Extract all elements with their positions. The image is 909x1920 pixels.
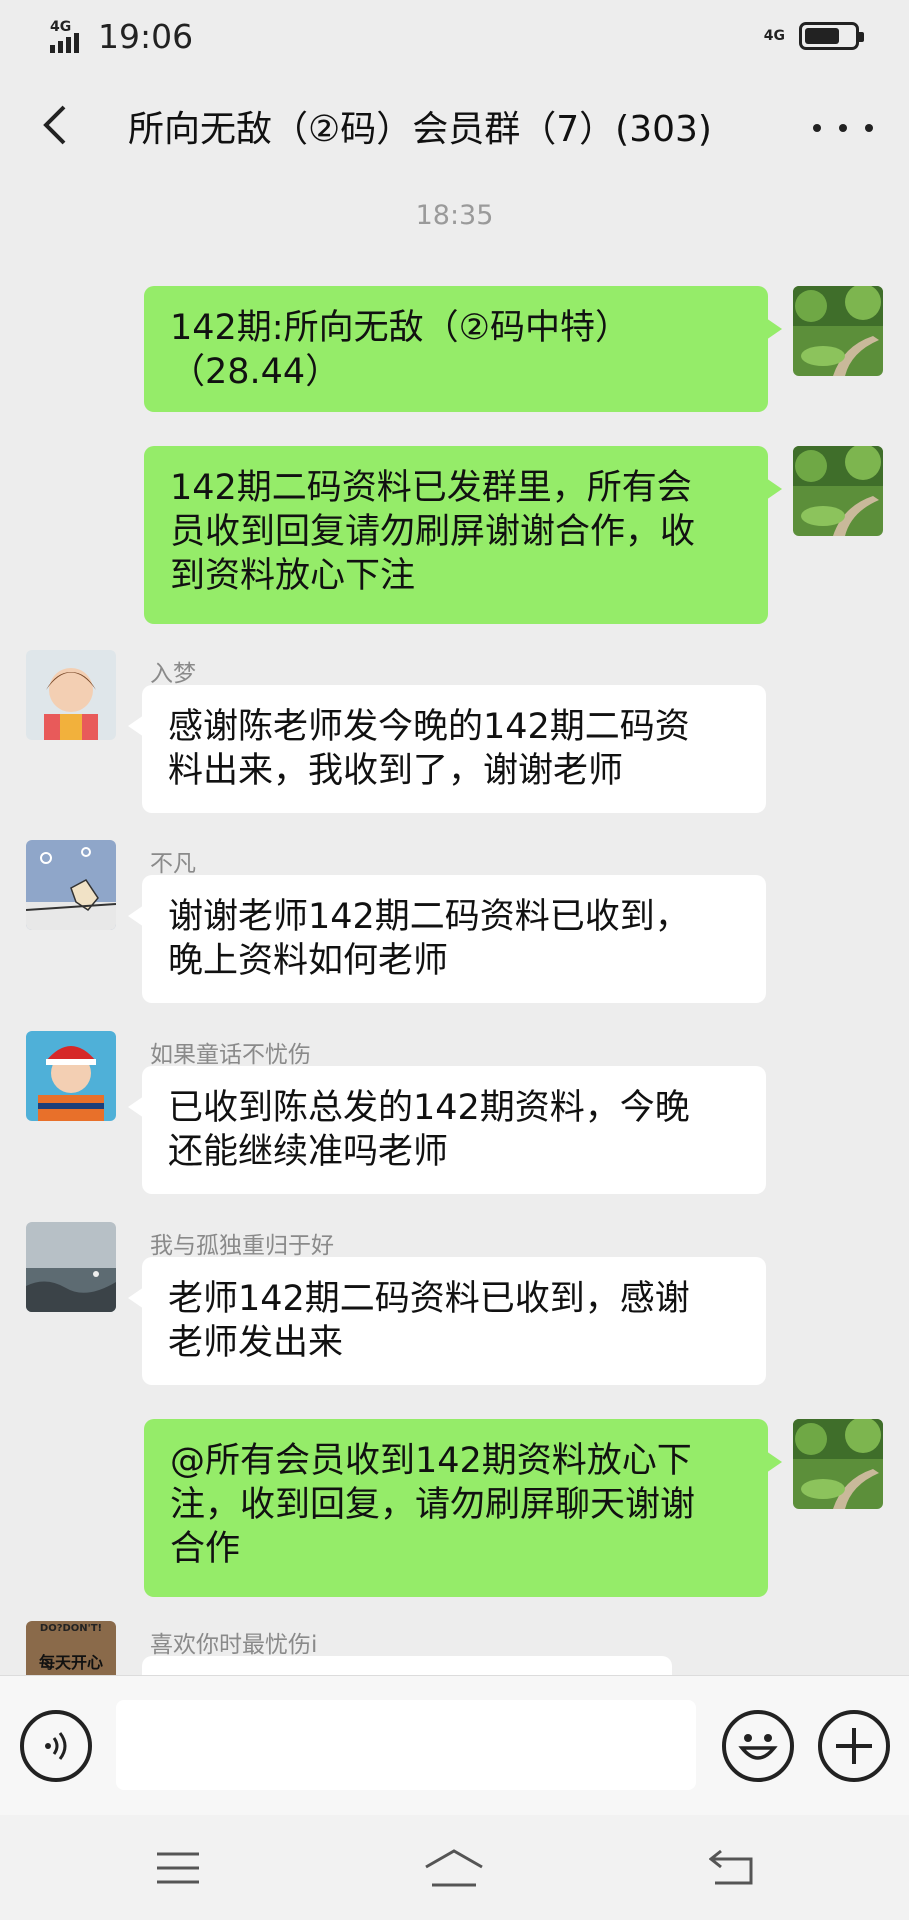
more-dots-icon: [813, 124, 821, 132]
avatar-caption: DO?DON'T!: [39, 1623, 103, 1634]
chat-area[interactable]: 18:35 142期:所向无敌（②码中特） （28.44） 142期二码资料已发…: [0, 190, 909, 1675]
chat-bubble-outgoing[interactable]: 142期:所向无敌（②码中特） （28.44）: [144, 286, 782, 412]
bubble-line: 还能继续准吗老师: [168, 1132, 449, 1172]
emoji-button[interactable]: [722, 1710, 794, 1782]
chat-header: 所向无敌（②码）会员群（7）(303): [0, 88, 909, 164]
avatar-caption: 每天开心: [38, 1653, 103, 1672]
status-bar: 4G 19:06 4G: [0, 0, 909, 72]
chat-bubble-incoming[interactable]: 老师142期二码资料已收到，感谢 老师发出来: [128, 1257, 766, 1385]
chat-bubble-incoming[interactable]: 已收到陈总发的142期资料，今晚 还能继续准吗老师: [128, 1066, 766, 1194]
bubble-line: 晚上资料如何老师: [168, 941, 449, 981]
home-icon: [425, 1849, 483, 1887]
bubble-line: 谢谢老师142期二码资料已收到，: [168, 897, 690, 937]
home-button[interactable]: [424, 1843, 484, 1893]
sender-name: 不凡: [150, 851, 196, 877]
plus-icon: [836, 1728, 872, 1764]
garden-avatar-image: [793, 446, 883, 536]
seascape-avatar-image: [26, 1222, 116, 1312]
member-avatar[interactable]: [26, 840, 116, 930]
self-avatar[interactable]: [793, 446, 883, 536]
network-type-right: 4G: [763, 28, 785, 44]
status-right: 4G: [764, 22, 864, 50]
self-avatar[interactable]: [793, 1419, 883, 1509]
self-avatar[interactable]: [793, 286, 883, 376]
input-bar: [0, 1675, 909, 1815]
member-avatar[interactable]: [26, 1031, 116, 1121]
cartoon-avatar-image: [26, 840, 116, 930]
menu-button[interactable]: [148, 1843, 208, 1893]
chat-title: 所向无敌（②码）会员群（7）(303): [128, 109, 712, 150]
bubble-line: 员收到回复请勿刷屏谢谢合作，收: [170, 512, 696, 552]
emoji-icon: [738, 1734, 778, 1760]
sender-name: 入梦: [150, 661, 196, 687]
bubble-line: 老师发出来: [168, 1323, 344, 1363]
sender-name: 如果童话不忧伤: [150, 1042, 311, 1068]
child-avatar-image: [26, 650, 116, 740]
bubble-line: 注，收到回复，请勿刷屏聊天谢谢: [170, 1485, 696, 1525]
chat-bubble-incoming[interactable]: 谢谢老师142期二码资料已收到， 晚上资料如何老师: [128, 875, 766, 1003]
return-button[interactable]: [702, 1843, 762, 1893]
message-input[interactable]: [116, 1700, 696, 1790]
menu-icon: [157, 1852, 199, 1884]
network-indicator: 4G: [764, 29, 785, 43]
christmas-avatar-image: [26, 1031, 116, 1121]
sender-name: 喜欢你时最忧伤i: [150, 1632, 318, 1658]
bubble-line: 已收到陈总发的142期资料，今晚: [168, 1088, 690, 1128]
bubble-line: @所有会员收到142期资料放心下: [170, 1441, 692, 1481]
signal-icon: 4G: [50, 19, 88, 53]
chat-bubble-incoming[interactable]: 感谢陈老师发今晚的142期二码资 料出来，我收到了，谢谢老师: [128, 685, 766, 813]
back-arrow-icon: [43, 105, 66, 145]
member-avatar[interactable]: [26, 650, 116, 740]
back-button[interactable]: [30, 100, 80, 150]
chat-bubble-outgoing[interactable]: @所有会员收到142期资料放心下 注，收到回复，请勿刷屏聊天谢谢 合作: [144, 1419, 782, 1597]
garden-avatar-image: [793, 286, 883, 376]
voice-icon: [45, 1732, 67, 1760]
battery-icon: [799, 22, 864, 50]
more-button[interactable]: [813, 108, 873, 148]
garden-avatar-image: [793, 1419, 883, 1509]
chat-bubble-outgoing[interactable]: 142期二码资料已发群里，所有会 员收到回复请勿刷屏谢谢合作，收 到资料放心下注: [144, 446, 782, 624]
bubble-line: 到资料放心下注: [170, 556, 416, 596]
return-icon: [709, 1849, 753, 1885]
message-timestamp: 18:35: [415, 200, 494, 231]
bubble-line: 142期二码资料已发群里，所有会: [170, 468, 692, 508]
bubble-line: 感谢陈老师发今晚的142期二码资: [168, 707, 690, 747]
bubble-line: 142期:所向无敌（②码中特）: [170, 308, 630, 348]
status-left: 4G 19:06: [50, 17, 193, 56]
system-nav-bar: [0, 1815, 909, 1920]
bubble-line: 合作: [170, 1529, 241, 1569]
bubble-line: 料出来，我收到了，谢谢老师: [168, 751, 624, 791]
sender-name: 我与孤独重归于好: [150, 1233, 334, 1259]
member-avatar[interactable]: [26, 1222, 116, 1312]
member-avatar[interactable]: DO?DON'T! 每天开心: [26, 1621, 116, 1675]
chat-bubble-incoming[interactable]: [142, 1656, 672, 1675]
bubble-line: （28.44）: [170, 352, 341, 392]
status-time: 19:06: [98, 16, 194, 56]
more-features-button[interactable]: [818, 1710, 890, 1782]
voice-button[interactable]: [20, 1710, 92, 1782]
bubble-line: 老师142期二码资料已收到，感谢: [168, 1279, 690, 1319]
battery-fill: [805, 28, 839, 44]
